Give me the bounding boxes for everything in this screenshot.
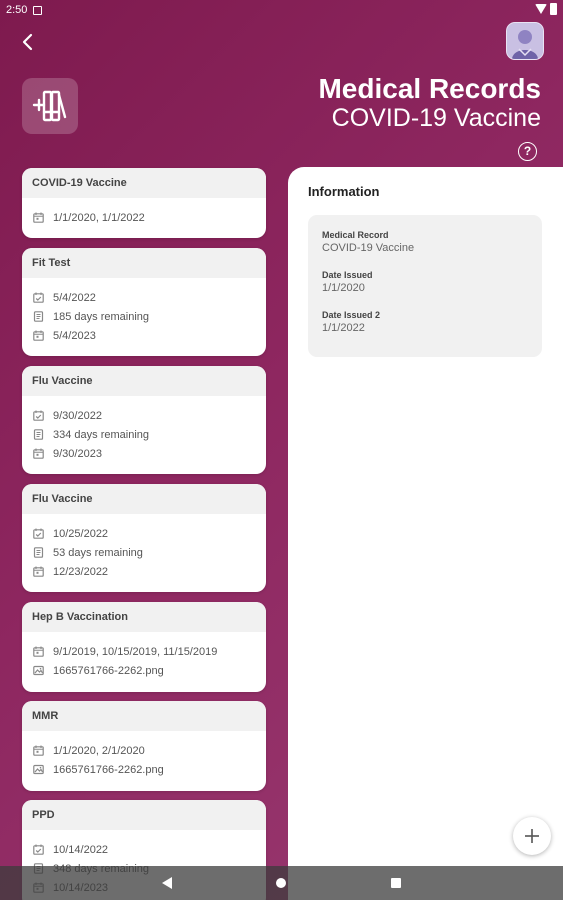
record-card-title: PPD: [22, 800, 266, 830]
status-time: 2:50: [6, 4, 28, 16]
calendar-check-icon: [33, 410, 44, 421]
plus-icon: [525, 829, 539, 843]
record-row-text: 1665761766-2262.png: [53, 664, 164, 677]
record-row-text: 185 days remaining: [53, 310, 150, 323]
record-row: 185 days remaining: [33, 307, 255, 326]
calendar-check-icon: [33, 844, 44, 855]
record-row: 1665761766-2262.png: [33, 661, 255, 680]
record-row: 12/23/2022: [33, 562, 255, 581]
field-label: Medical Record: [322, 230, 389, 240]
record-row-text: 12/23/2022: [53, 565, 109, 578]
record-row: 334 days remaining: [33, 425, 255, 444]
record-card-title: Hep B Vaccination: [22, 602, 266, 632]
hourglass-icon: [33, 311, 44, 322]
medical-books-icon: [32, 90, 67, 122]
calendar-icon: [33, 646, 44, 657]
record-card-title: COVID-19 Vaccine: [22, 168, 266, 198]
calendar-check-icon: [33, 292, 44, 303]
record-row: 5/4/2023: [33, 326, 255, 345]
record-row: 9/1/2019, 10/15/2019, 11/15/2019: [33, 642, 255, 661]
record-row-text: 334 days remaining: [53, 428, 150, 441]
info-box: Medical Record COVID-19 Vaccine Date Iss…: [308, 215, 542, 357]
record-row-text: 53 days remaining: [53, 546, 143, 559]
image-icon: [33, 665, 44, 676]
help-icon[interactable]: ?: [518, 142, 537, 161]
record-row: 1/1/2020, 2/1/2020: [33, 741, 255, 760]
calendar-icon: [33, 745, 44, 756]
status-bar: 2:50: [0, 0, 563, 20]
record-card-rows: 10/25/2022 53 days remaining 12/23/2022: [22, 514, 266, 581]
battery-icon: [550, 3, 557, 15]
avatar[interactable]: [506, 22, 544, 60]
wifi-icon: [535, 4, 547, 14]
record-card-rows: 5/4/2022 185 days remaining 5/4/2023: [22, 278, 266, 345]
status-right: [535, 3, 557, 15]
system-nav-bar: [0, 866, 563, 900]
calendar-icon: [33, 566, 44, 577]
record-row: 1665761766-2262.png: [33, 760, 255, 779]
back-button[interactable]: [14, 30, 40, 54]
page-title: Medical Records: [318, 73, 541, 104]
record-row: 9/30/2022: [33, 406, 255, 425]
field-label: Date Issued 2: [322, 310, 381, 320]
record-card-title: MMR: [22, 701, 266, 731]
record-card-title: Flu Vaccine: [22, 484, 266, 514]
record-row-text: 1665761766-2262.png: [53, 763, 164, 776]
calendar-check-icon: [33, 528, 44, 539]
record-row-text: 9/30/2022: [53, 409, 102, 422]
panel-title: Information: [308, 184, 380, 199]
record-row: 5/4/2022: [33, 288, 255, 307]
nav-back-icon[interactable]: [162, 877, 173, 889]
record-card-title: Flu Vaccine: [22, 366, 266, 396]
page-subtitle: COVID-19 Vaccine: [331, 104, 541, 132]
record-row-text: 1/1/2020, 2/1/2020: [53, 744, 145, 757]
chevron-left-icon: [22, 33, 33, 51]
field-label: Date Issued: [322, 270, 373, 280]
information-panel: Information Medical Record COVID-19 Vacc…: [288, 167, 563, 900]
user-avatar-icon: [507, 23, 543, 59]
record-row-text: 5/4/2023: [53, 329, 96, 342]
record-row: 1/1/2020, 1/1/2022: [33, 208, 255, 227]
field-value: 1/1/2020: [322, 282, 365, 294]
record-row-text: 1/1/2020, 1/1/2022: [53, 211, 145, 224]
record-row-text: 9/1/2019, 10/15/2019, 11/15/2019: [53, 645, 218, 658]
record-card[interactable]: MMR 1/1/2020, 2/1/2020 1665761766-2262.png: [22, 701, 266, 791]
nav-home-icon[interactable]: [276, 878, 286, 888]
record-card[interactable]: Fit Test 5/4/2022 185 days remaining 5/4/20…: [22, 248, 266, 356]
app-logo: [22, 78, 78, 134]
record-row-text: 10/25/2022: [53, 527, 109, 540]
hourglass-icon: [33, 429, 44, 440]
page-title-block: Medical Records COVID-19 Vaccine: [318, 73, 541, 133]
add-record-button[interactable]: [513, 817, 551, 855]
calendar-icon: [33, 330, 44, 341]
record-card[interactable]: Flu Vaccine 10/25/2022 53 days remaining 12…: [22, 484, 266, 592]
calendar-icon: [33, 212, 44, 223]
record-row: 10/25/2022: [33, 524, 255, 543]
record-card[interactable]: COVID-19 Vaccine 1/1/2020, 1/1/2022: [22, 168, 266, 238]
record-card-rows: 9/30/2022 334 days remaining 9/30/2023: [22, 396, 266, 463]
record-row: 10/14/2022: [33, 840, 255, 859]
record-row-text: 9/30/2023: [53, 447, 102, 460]
image-icon: [33, 764, 44, 775]
record-card-title: Fit Test: [22, 248, 266, 278]
hourglass-icon: [33, 547, 44, 558]
record-card-rows: 1/1/2020, 2/1/2020 1665761766-2262.png: [22, 731, 266, 779]
sim-icon: [33, 5, 43, 15]
field-value: COVID-19 Vaccine: [322, 242, 415, 254]
calendar-icon: [33, 448, 44, 459]
record-card-rows: 1/1/2020, 1/1/2022: [22, 198, 266, 227]
field-value: 1/1/2022: [322, 322, 365, 334]
nav-recents-icon[interactable]: [391, 878, 401, 888]
record-row: 53 days remaining: [33, 543, 255, 562]
record-row: 9/30/2023: [33, 444, 255, 463]
record-card-rows: 9/1/2019, 10/15/2019, 11/15/2019 16657617…: [22, 632, 266, 680]
record-row-text: 5/4/2022: [53, 291, 96, 304]
record-card[interactable]: Flu Vaccine 9/30/2022 334 days remaining 9/…: [22, 366, 266, 474]
record-row-text: 10/14/2022: [53, 843, 109, 856]
record-card[interactable]: Hep B Vaccination 9/1/2019, 10/15/2019, 1…: [22, 602, 266, 692]
